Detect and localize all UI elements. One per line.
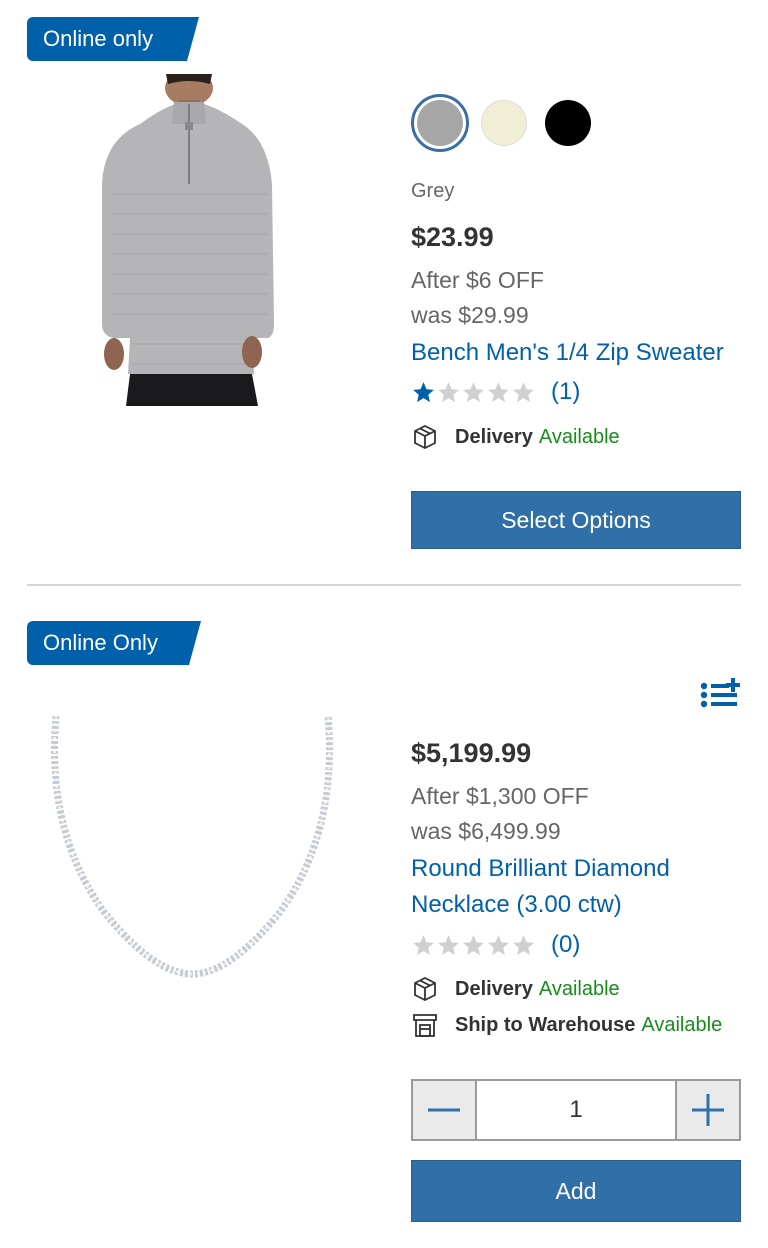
star-empty-icon	[413, 934, 434, 955]
box-icon	[414, 976, 436, 1002]
product-title-link[interactable]: Bench Men's 1/4 Zip Sweater	[411, 335, 751, 371]
star-empty-icon	[438, 934, 459, 955]
delivery-label: Delivery	[455, 425, 533, 448]
star-empty-icon	[488, 381, 509, 402]
product-price: $23.99	[411, 222, 494, 252]
product-price: $5,199.99	[411, 738, 532, 768]
quantity-input[interactable]: 1	[475, 1081, 677, 1139]
was-price: was $29.99	[411, 302, 529, 328]
discount-text: After $1,300 OFF	[411, 783, 589, 809]
star-rating[interactable]: (1)	[411, 378, 580, 406]
swatch-black[interactable]	[545, 100, 591, 146]
discount-text: After $6 OFF	[411, 267, 544, 293]
delivery-label: Delivery	[455, 977, 533, 1000]
color-swatches	[411, 94, 609, 152]
stars	[411, 380, 536, 405]
quantity-stepper: 1	[411, 1079, 741, 1141]
star-filled-icon	[413, 381, 434, 402]
star-rating[interactable]: (0)	[411, 931, 580, 959]
select-options-button[interactable]: Select Options	[411, 491, 741, 549]
plus-icon	[692, 1094, 724, 1126]
swatch-cream[interactable]	[481, 100, 527, 146]
decrease-quantity-button[interactable]	[413, 1081, 475, 1139]
review-count[interactable]: (0)	[551, 931, 580, 959]
was-price: was $6,499.99	[411, 818, 561, 844]
add-to-list-icon[interactable]	[700, 678, 742, 715]
delivery-availability: Delivery Available	[411, 975, 620, 1003]
product-title-link[interactable]: Round Brilliant Diamond Necklace (3.00 c…	[411, 851, 751, 923]
warehouse-label: Ship to Warehouse	[455, 1013, 636, 1036]
warehouse-availability: Ship to Warehouse Available	[411, 1011, 722, 1039]
stars	[411, 933, 536, 958]
online-only-badge: Online only	[27, 17, 199, 61]
delivery-status: Available	[538, 425, 620, 448]
minus-icon	[428, 1108, 460, 1112]
star-empty-icon	[463, 934, 484, 955]
delivery-availability: Delivery Available	[411, 423, 620, 451]
increase-quantity-button[interactable]	[677, 1081, 739, 1139]
star-empty-icon	[513, 934, 534, 955]
product-image-necklace[interactable]	[44, 712, 340, 980]
divider	[27, 584, 741, 586]
box-icon	[414, 424, 436, 450]
selected-color-label: Grey	[411, 180, 455, 202]
online-only-badge: Online Only	[27, 621, 201, 665]
warehouse-icon	[413, 1014, 437, 1037]
delivery-status: Available	[538, 977, 620, 1000]
add-to-cart-button[interactable]: Add	[411, 1160, 741, 1222]
star-empty-icon	[488, 934, 509, 955]
review-count[interactable]: (1)	[551, 378, 580, 406]
swatch-grey-selected[interactable]	[411, 94, 469, 152]
star-empty-icon	[513, 381, 534, 402]
star-empty-icon	[438, 381, 459, 402]
warehouse-status: Available	[641, 1013, 723, 1036]
product-image-sweater[interactable]	[92, 70, 288, 406]
star-empty-icon	[463, 381, 484, 402]
